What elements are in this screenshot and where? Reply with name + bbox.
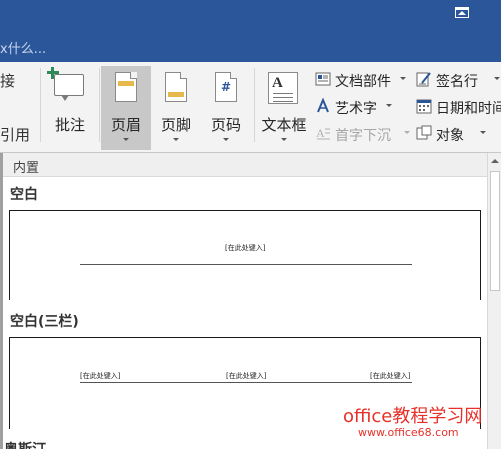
textbox-label: 文本框: [261, 116, 307, 134]
page-number-label: 页码: [210, 116, 241, 134]
plus-icon-v: [50, 67, 54, 79]
object-dropdown-icon[interactable]: [480, 131, 486, 134]
header-dropdown-icon: [123, 138, 129, 141]
up-arrow-icon: [458, 11, 466, 15]
group-separator: [99, 68, 100, 142]
gallery-scrollbar[interactable]: [487, 153, 501, 449]
tell-me-bar: x什么...: [0, 30, 501, 62]
quick-parts-icon: [315, 72, 331, 86]
footer-icon-fold: [180, 72, 187, 79]
gallery-item-title: 空白: [10, 187, 38, 203]
text-line-icon: [273, 97, 293, 98]
comment-label: 批注: [54, 116, 85, 134]
gallery-section-header: 内置: [3, 153, 487, 177]
header-rule: [80, 382, 412, 383]
gallery-item-title: 空白(三栏): [10, 314, 79, 330]
quick-parts-dropdown-icon[interactable]: [400, 77, 406, 80]
text-line-icon: [273, 93, 293, 94]
gallery-item-title: 奥斯汀: [4, 439, 46, 449]
letter-a-icon: A: [272, 75, 283, 91]
footer-label: 页脚: [160, 116, 191, 134]
comment-icon-tail: [61, 95, 69, 101]
svg-text:A: A: [316, 126, 325, 140]
header-icon-band: [118, 81, 134, 86]
placeholder-text: [在此处键入]: [226, 372, 267, 380]
signature-line-dropdown-icon[interactable]: [494, 77, 500, 80]
placeholder-text: [在此处键入]: [80, 372, 121, 380]
placeholder-text: [在此处键入]: [370, 372, 411, 380]
group-separator: [40, 68, 41, 142]
ribbon-left-fragment-link[interactable]: 接: [0, 70, 15, 91]
panel-edge: [0, 153, 3, 449]
watermark-url-text: www.office68.com: [358, 426, 459, 439]
header-label: 页眉: [110, 116, 141, 134]
hash-icon: #: [220, 80, 232, 94]
placeholder-text: [在此处键入]: [225, 244, 266, 252]
header-icon: [115, 72, 137, 102]
group-separator: [254, 68, 255, 142]
ribbon-display-options-button[interactable]: [452, 5, 472, 21]
textbox-icon: A: [268, 72, 298, 104]
gallery-section-title: 内置: [13, 161, 40, 176]
comment-button[interactable]: 批注: [42, 66, 98, 150]
footer-icon-band: [168, 92, 184, 97]
calendar-icon: [416, 99, 432, 114]
tell-me-input[interactable]: x什么...: [0, 38, 46, 57]
header-icon-fold: [130, 72, 137, 79]
wordart-dropdown-icon[interactable]: [386, 104, 392, 107]
dropcap-label: 首字下沉: [335, 128, 391, 144]
signature-line-label: 签名行: [436, 74, 478, 90]
footer-dropdown-icon: [173, 138, 179, 141]
object-icon: [416, 125, 432, 140]
dropcap-icon: A: [316, 126, 330, 140]
title-bar: [0, 0, 501, 30]
text-line-icon: [273, 101, 293, 102]
scroll-thumb[interactable]: [490, 171, 500, 291]
page-number-button[interactable]: # 页码: [203, 66, 249, 150]
object-label: 对象: [436, 128, 464, 144]
watermark-logo-text: office教程学习网: [343, 406, 483, 427]
ribbon-left-fragment-reference[interactable]: 引用: [0, 124, 30, 145]
signature-line-icon: [416, 72, 431, 87]
comment-icon: [47, 67, 84, 101]
textbox-button[interactable]: A 文本框: [258, 66, 310, 150]
restore-icon-bar: [455, 7, 469, 10]
quick-parts-label: 文档部件: [335, 74, 391, 90]
textbox-dropdown-icon: [281, 138, 287, 141]
ribbon: 接 引用 批注 页眉 页脚 # 页码 A 文本框 文档部件 艺术字 A 首字下沉…: [0, 62, 501, 152]
date-time-label: 日期和时间: [436, 101, 501, 117]
wordart-label: 艺术字: [335, 101, 377, 117]
dropcap-dropdown-icon[interactable]: [404, 131, 410, 134]
header-rule: [80, 264, 412, 265]
wordart-icon: [317, 98, 329, 113]
page-number-dropdown-icon: [223, 138, 229, 141]
scroll-up-icon[interactable]: [491, 159, 499, 163]
page-number-icon: #: [215, 72, 237, 102]
header-button[interactable]: 页眉: [101, 66, 151, 150]
page-number-icon-fold: [230, 72, 237, 79]
footer-button[interactable]: 页脚: [153, 66, 199, 150]
gallery-item-blank[interactable]: [在此处键入]: [9, 210, 481, 300]
footer-icon: [165, 72, 187, 102]
